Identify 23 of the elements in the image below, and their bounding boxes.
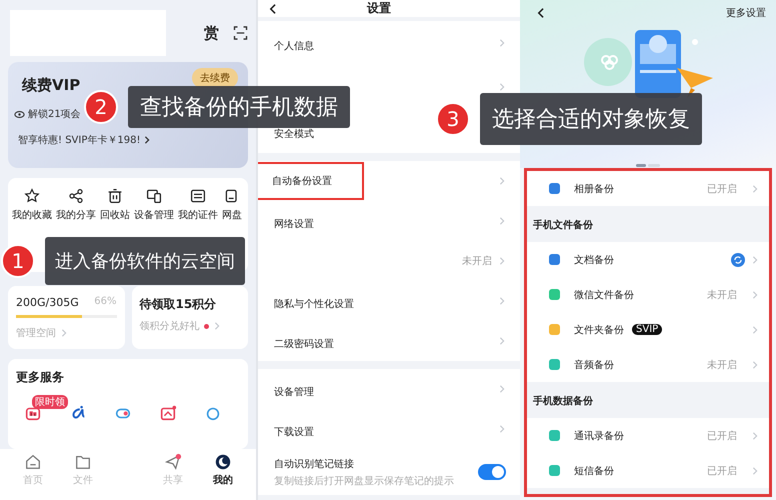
section-title: 手机数据备份 [532, 394, 594, 409]
benefit-text: 解锁21项会 [28, 108, 81, 121]
status-text: 未开启 [707, 358, 737, 372]
setting-label: 自动识别笔记链接 [274, 458, 355, 470]
instruction-tooltip: 查找备份的手机数据 [128, 86, 350, 128]
page-title: 设置 [367, 0, 391, 17]
instruction-tooltip: 进入备份软件的云空间 [45, 237, 245, 285]
setting-hint: 复制链接后打开网盘显示保存笔记的提示 [274, 474, 455, 488]
storage-usage: 200G/305G [16, 296, 79, 309]
status-text: 已开启 [707, 464, 737, 478]
new-badge: 限时领 [32, 395, 68, 409]
services-title: 更多服务 [16, 369, 65, 386]
section-title: 手机文件备份 [532, 218, 594, 233]
status-text: 未开启 [462, 254, 492, 268]
points-title: 待领取15积分 [140, 296, 218, 313]
status-text: 已开启 [707, 430, 737, 442]
svip-badge: SVIP [632, 324, 662, 335]
promo-text: 智享特惠! SVIP年卡￥198! [18, 134, 140, 147]
instruction-tooltip: 选择合适的对象恢复 [480, 93, 702, 145]
storage-percent: 66% [94, 296, 116, 309]
status-text: 已开启 [707, 182, 737, 196]
vip-title: 续费VIP [22, 76, 80, 95]
status-text: 未开启 [707, 288, 737, 302]
